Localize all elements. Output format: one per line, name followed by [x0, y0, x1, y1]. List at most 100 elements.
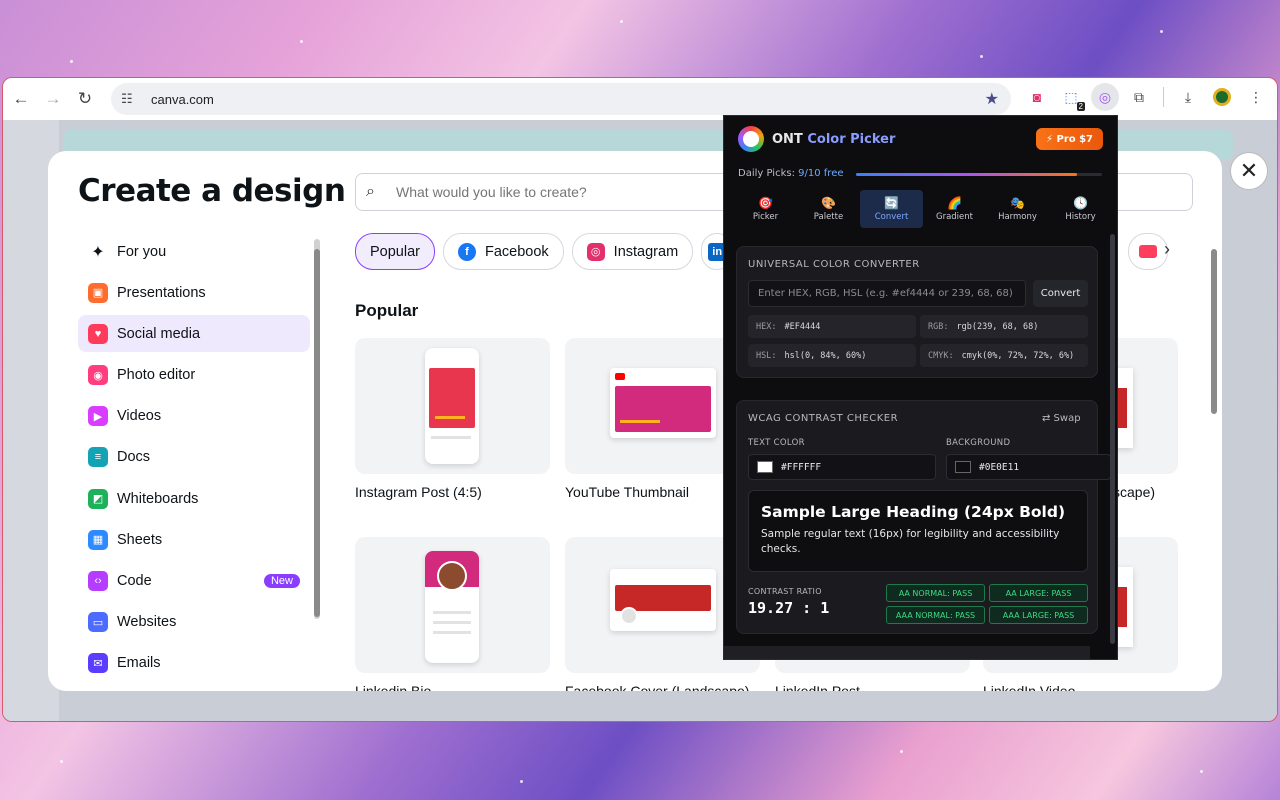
instagram-icon: ◎	[586, 242, 605, 261]
aa-large-badge: AA LARGE: PASS	[989, 584, 1088, 602]
menu-item-docs[interactable]: ≡ Docs	[78, 439, 310, 476]
tab-harmony[interactable]: 🎭 Harmony	[986, 190, 1049, 228]
converter-panel: UNIVERSAL COLOR CONVERTER Enter HEX, RGB…	[736, 246, 1098, 378]
kebab-menu-icon[interactable]: ⋮	[1242, 83, 1270, 111]
design-category-menu: ✦ For you ▣ Presentations ♥ Social media…	[78, 233, 310, 686]
modal-title: Create a design	[78, 173, 346, 209]
instagram-extension-icon[interactable]: ◙	[1023, 83, 1051, 111]
extension-badge-icon[interactable]: ⬚ 2	[1057, 83, 1085, 111]
color-input[interactable]: Enter HEX, RGB, HSL (e.g. #ef4444 or 239…	[748, 280, 1026, 307]
menu-item-photo-editor[interactable]: ◉ Photo editor	[78, 357, 310, 394]
aaa-normal-badge: AAA NORMAL: PASS	[886, 606, 985, 624]
swap-button[interactable]: ⇄ Swap	[1042, 413, 1081, 424]
chip-label: Popular	[370, 243, 420, 260]
tab-gradient[interactable]: 🌈 Gradient	[923, 190, 986, 228]
profile-avatar[interactable]	[1208, 83, 1236, 111]
background-color-value: #0E0E11	[979, 461, 1020, 473]
tab-label: Gradient	[936, 212, 973, 222]
popup-tabs: 🎯 Picker 🎨 Palette 🔄 Convert 🌈 Gradient …	[734, 190, 1112, 230]
popup-title: ONT Color Picker	[772, 132, 895, 147]
tab-palette[interactable]: 🎨 Palette	[797, 190, 860, 228]
extensions-puzzle-icon[interactable]: ⧉	[1125, 83, 1153, 111]
chip-label: Facebook	[484, 243, 549, 260]
section-title: Popular	[355, 301, 419, 320]
menu-item-label: For you	[117, 243, 167, 260]
tab-label: Convert	[874, 212, 909, 222]
color-picker-extension-icon[interactable]: ◎	[1091, 83, 1119, 111]
menu-item-label: Code	[117, 573, 152, 589]
content-scrollbar-thumb[interactable]	[1211, 249, 1217, 414]
tab-convert[interactable]: 🔄 Convert	[860, 190, 923, 228]
pro-upgrade-button[interactable]: ⚡ Pro $7	[1036, 128, 1103, 150]
browser-toolbar: ← → ↻ ☷ canva.com ★ ◙ ⬚ 2 ◎ ⧉ ⤓ ⋮	[3, 78, 1277, 120]
menu-item-label: Presentations	[117, 284, 206, 301]
menu-item-whiteboards[interactable]: ◩ Whiteboards	[78, 480, 310, 517]
tab-picker[interactable]: 🎯 Picker	[734, 190, 797, 228]
menu-item-for-you[interactable]: ✦ For you	[78, 233, 310, 270]
text-color-value: #FFFFFF	[781, 461, 822, 473]
chip-facebook[interactable]: f Facebook	[442, 233, 564, 270]
popup-title-accent: Color Picker	[807, 131, 896, 147]
menu-item-social-media[interactable]: ♥ Social media	[78, 315, 310, 353]
sparkle-icon: ✦	[91, 243, 105, 261]
chip-youtube[interactable]	[1128, 233, 1168, 270]
background-color-field[interactable]: #0E0E11	[946, 454, 1111, 480]
chips-next-icon[interactable]: ›	[1164, 239, 1170, 260]
chip-instagram[interactable]: ◎ Instagram	[571, 233, 694, 270]
text-color-swatch[interactable]	[757, 461, 773, 473]
extensions-area: ◙ ⬚ 2 ◎ ⧉ ⤓ ⋮	[1023, 83, 1270, 111]
daily-progress-fill	[856, 173, 1078, 176]
menu-item-websites[interactable]: ▭ Websites	[78, 604, 310, 641]
chip-popular[interactable]: Popular	[355, 233, 435, 270]
hsl-value[interactable]: HSL: hsl(0, 84%, 60%)	[748, 344, 916, 367]
convert-button[interactable]: Convert	[1033, 280, 1088, 307]
menu-item-videos[interactable]: ▶ Videos	[78, 398, 310, 435]
menu-item-emails[interactable]: ✉ Emails	[78, 645, 310, 682]
rgb-value[interactable]: RGB: rgb(239, 68, 68)	[920, 315, 1088, 338]
hex-val: #EF4444	[784, 321, 821, 332]
sparkle	[620, 20, 623, 23]
back-icon[interactable]: ←	[5, 83, 37, 115]
extension-badge: 2	[1076, 102, 1085, 111]
tab-label: Picker	[752, 212, 779, 222]
site-settings-icon[interactable]: ☷	[121, 91, 143, 107]
tab-history[interactable]: 🕓 History	[1049, 190, 1112, 228]
menu-scrollbar-thumb[interactable]	[314, 249, 320, 617]
card-label: LinkedIn Post	[775, 683, 860, 691]
sparkle	[900, 750, 903, 753]
contrast-sample: Sample Large Heading (24px Bold) Sample …	[748, 490, 1088, 572]
color-picker-popup: ONT Color Picker ⚡ Pro $7 Daily Picks: 9…	[723, 115, 1118, 660]
popup-scrollbar[interactable]	[1110, 234, 1115, 644]
sparkle	[300, 40, 303, 43]
bookmark-star-icon[interactable]: ★	[985, 89, 999, 109]
background-color-swatch[interactable]	[955, 461, 971, 473]
reload-icon[interactable]: ↻	[69, 83, 101, 115]
ont-logo-icon	[738, 126, 764, 152]
download-icon[interactable]: ⤓	[1174, 83, 1202, 111]
hex-value[interactable]: HEX: #EF4444	[748, 315, 916, 338]
contrast-ratio-value: 19.27 : 1	[748, 599, 830, 617]
cmyk-value[interactable]: CMYK: cmyk(0%, 72%, 72%, 6%)	[920, 344, 1088, 367]
screen-mockup	[610, 368, 716, 438]
cmyk-key: CMYK:	[928, 350, 954, 361]
card-label: Linkedin Bio	[355, 683, 432, 691]
menu-item-presentations[interactable]: ▣ Presentations	[78, 274, 310, 311]
menu-item-code[interactable]: ‹› Code New	[78, 563, 310, 600]
sample-text: Sample regular text (16px) for legibilit…	[761, 528, 1060, 555]
card-label: Facebook Cover (Landscape)	[565, 683, 750, 691]
daily-picks: Daily Picks: 9/10 free	[738, 168, 844, 179]
address-bar[interactable]: ☷ canva.com ★	[111, 83, 1011, 115]
close-icon[interactable]: ✕	[1230, 152, 1268, 190]
text-color-field[interactable]: #FFFFFF	[748, 454, 936, 480]
tab-label: History	[1065, 212, 1096, 222]
sparkle	[1160, 30, 1163, 33]
tab-label: Palette	[813, 212, 844, 222]
forward-icon[interactable]: →	[37, 83, 69, 115]
template-card-instagram-post[interactable]: Instagram Post (4:5)	[355, 338, 550, 500]
new-badge: New	[263, 574, 300, 588]
tab-label: Harmony	[998, 212, 1037, 222]
hex-key: HEX:	[756, 321, 777, 332]
template-card-linkedin-bio[interactable]: Linkedin Bio	[355, 537, 550, 691]
menu-item-sheets[interactable]: ▦ Sheets	[78, 521, 310, 558]
category-chips: Popular f Facebook ◎ Instagram in	[355, 233, 734, 270]
